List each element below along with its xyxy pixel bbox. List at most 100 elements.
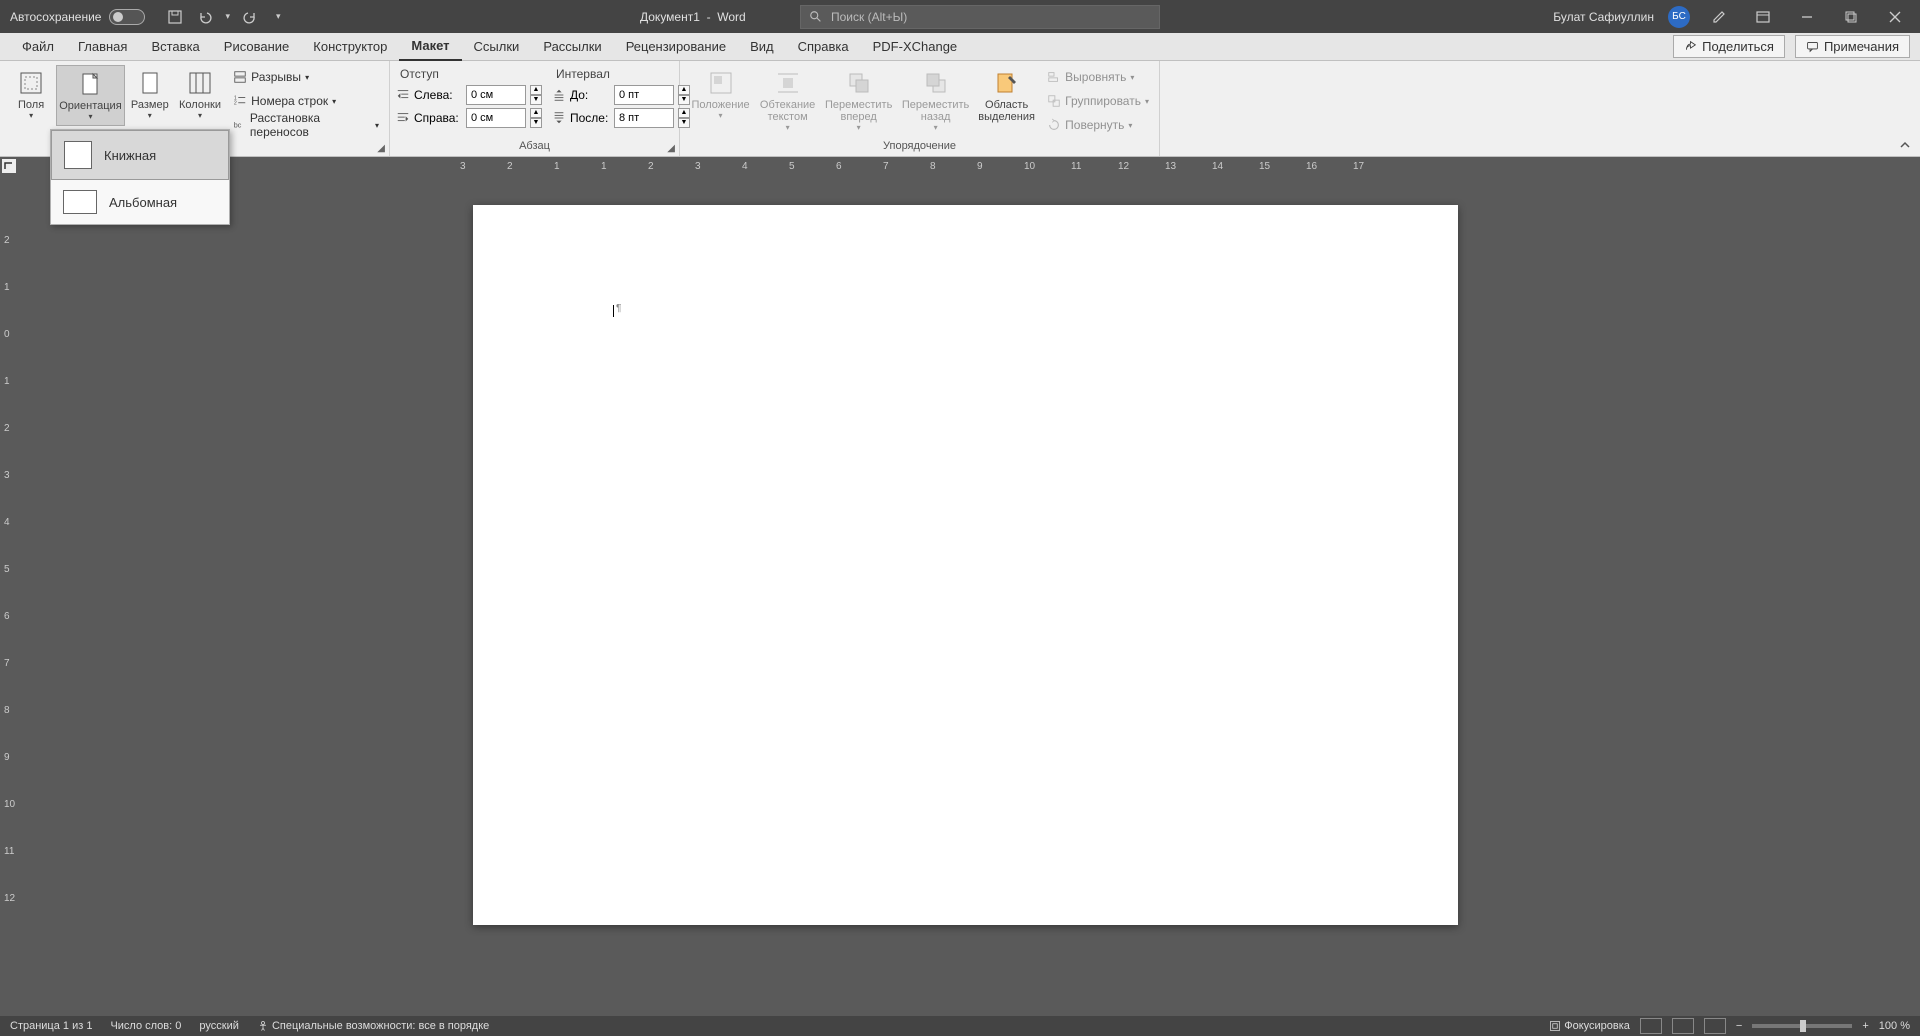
comments-button[interactable]: Примечания	[1795, 35, 1910, 58]
indent-right-up[interactable]: ▲	[530, 108, 542, 118]
focus-icon	[1549, 1020, 1561, 1032]
status-language[interactable]: русский	[199, 1020, 238, 1032]
ruler-v-tick: 2	[4, 235, 10, 246]
ruler-tick: 5	[789, 161, 795, 172]
chevron-down-icon: ▾	[934, 123, 938, 132]
document-area[interactable]	[18, 175, 1920, 1016]
breaks-button[interactable]: Разрывы ▾	[229, 65, 383, 89]
ruler-tick: 17	[1353, 161, 1364, 172]
ruler-tick: 1	[601, 161, 607, 172]
ruler-v-tick: 2	[4, 423, 10, 434]
undo-icon[interactable]	[195, 7, 215, 27]
user-name[interactable]: Булат Сафиуллин	[1553, 10, 1654, 24]
tab-selector[interactable]	[2, 159, 16, 173]
rotate-icon	[1047, 118, 1061, 132]
qat-more-icon[interactable]: ▾	[276, 11, 281, 22]
autosave-group: Автосохранение	[0, 9, 145, 25]
tab-layout[interactable]: Макет	[399, 33, 461, 61]
maximize-button[interactable]	[1836, 0, 1866, 33]
horizontal-ruler[interactable]: 3211234567891011121314151617	[0, 157, 1920, 175]
orientation-portrait-item[interactable]: Книжная	[51, 130, 229, 180]
tab-home[interactable]: Главная	[66, 33, 139, 61]
tab-draw[interactable]: Рисование	[212, 33, 301, 61]
tab-view[interactable]: Вид	[738, 33, 786, 61]
read-mode-button[interactable]	[1640, 1018, 1662, 1034]
indent-left-label: Слева:	[414, 88, 462, 102]
app-name-text: Word	[717, 10, 745, 24]
paragraph-dialog-launcher[interactable]: ◢	[667, 143, 675, 154]
zoom-slider[interactable]	[1752, 1024, 1852, 1028]
tab-references[interactable]: Ссылки	[462, 33, 532, 61]
ruler-tick: 16	[1306, 161, 1317, 172]
zoom-level[interactable]: 100 %	[1879, 1020, 1910, 1032]
size-icon	[136, 69, 164, 97]
user-avatar[interactable]: БС	[1668, 6, 1690, 28]
wrap-icon	[774, 69, 802, 97]
indent-right-down[interactable]: ▼	[530, 118, 542, 128]
undo-dropdown-icon[interactable]: ▾	[225, 11, 230, 22]
share-label: Поделиться	[1702, 39, 1774, 54]
tab-review[interactable]: Рецензирование	[614, 33, 738, 61]
hyphenation-button[interactable]: bc Расстановка переносов ▾	[229, 113, 383, 137]
send-backward-label: Переместить назад	[899, 99, 972, 123]
chevron-down-icon: ▾	[857, 123, 861, 132]
hyphenation-icon: bc	[233, 118, 246, 132]
save-icon[interactable]	[165, 7, 185, 27]
indent-left-up[interactable]: ▲	[530, 85, 542, 95]
web-layout-button[interactable]	[1704, 1018, 1726, 1034]
tab-pdfxchange[interactable]: PDF-XChange	[861, 33, 970, 61]
line-numbers-button[interactable]: 12 Номера строк ▾	[229, 89, 383, 113]
position-button: Положение ▾	[686, 65, 755, 124]
ribbon-collapse-icon[interactable]	[1898, 138, 1912, 152]
status-page[interactable]: Страница 1 из 1	[10, 1020, 92, 1032]
tab-help[interactable]: Справка	[786, 33, 861, 61]
autosave-toggle[interactable]	[109, 9, 145, 25]
page-setup-dialog-launcher[interactable]: ◢	[377, 143, 385, 154]
ruler-v-tick: 1	[4, 282, 10, 293]
print-layout-button[interactable]	[1672, 1018, 1694, 1034]
spacing-after-label: После:	[570, 111, 610, 125]
zoom-in-button[interactable]: +	[1862, 1020, 1868, 1032]
indent-left-down[interactable]: ▼	[530, 95, 542, 105]
zoom-out-button[interactable]: −	[1736, 1020, 1742, 1032]
document-page[interactable]	[473, 205, 1458, 925]
spacing-after-input[interactable]	[614, 108, 674, 128]
tab-file[interactable]: Файл	[10, 33, 66, 61]
indent-left-input[interactable]	[466, 85, 526, 105]
minimize-button[interactable]	[1792, 0, 1822, 33]
spacing-before-input[interactable]	[614, 85, 674, 105]
selection-pane-button[interactable]: Область выделения	[974, 65, 1039, 127]
chevron-down-icon: ▾	[332, 97, 336, 106]
tab-insert[interactable]: Вставка	[139, 33, 211, 61]
share-button[interactable]: Поделиться	[1673, 35, 1785, 58]
chevron-down-icon: ▾	[198, 111, 202, 120]
wrap-text-button: Обтекание текстом ▾	[755, 65, 820, 136]
portrait-label: Книжная	[104, 148, 156, 163]
vertical-ruler[interactable]: 210123456789101112	[0, 175, 18, 1016]
columns-label: Колонки	[179, 99, 221, 111]
search-icon	[809, 10, 823, 24]
status-words[interactable]: Число слов: 0	[110, 1020, 181, 1032]
tab-mailings[interactable]: Рассылки	[531, 33, 613, 61]
margins-button[interactable]: Поля ▾	[6, 65, 56, 124]
orientation-landscape-item[interactable]: Альбомная	[51, 180, 229, 224]
title-right: Булат Сафиуллин БС	[1553, 0, 1920, 33]
ribbon-display-icon[interactable]	[1748, 0, 1778, 33]
columns-button[interactable]: Колонки ▾	[175, 65, 225, 124]
orientation-button[interactable]: Ориентация ▾	[56, 65, 124, 126]
search-box[interactable]: Поиск (Alt+Ы)	[800, 5, 1160, 29]
orientation-label: Ориентация	[59, 100, 121, 112]
zoom-slider-knob[interactable]	[1800, 1020, 1806, 1032]
ruler-v-tick: 11	[4, 846, 14, 857]
spacing-after-icon	[552, 111, 566, 125]
tab-design[interactable]: Конструктор	[301, 33, 399, 61]
align-button: Выровнять ▾	[1043, 65, 1153, 89]
status-accessibility[interactable]: Специальные возможности: все в порядке	[257, 1020, 489, 1032]
pen-icon[interactable]	[1704, 0, 1734, 33]
redo-icon[interactable]	[240, 7, 260, 27]
close-button[interactable]	[1880, 0, 1910, 33]
size-button[interactable]: Размер ▾	[125, 65, 175, 124]
status-focus[interactable]: Фокусировка	[1549, 1020, 1630, 1032]
indent-right-input[interactable]	[466, 108, 526, 128]
title-bar: Автосохранение ▾ ▾ Документ1 - Word Поис…	[0, 0, 1920, 33]
